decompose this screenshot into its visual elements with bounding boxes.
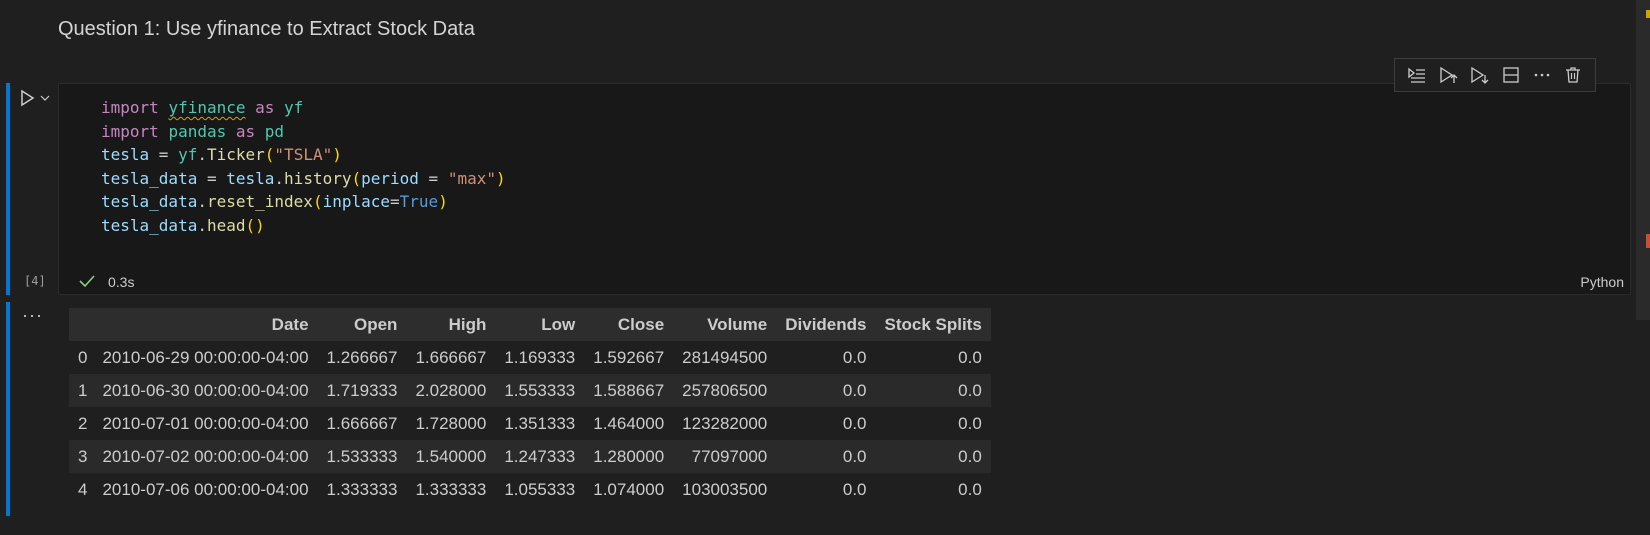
table-cell: 0.0 <box>842 479 867 499</box>
column-header <box>69 308 93 341</box>
execute-cell-and-above-button[interactable] <box>1436 63 1460 87</box>
table-cell: 1.719333 <box>326 380 398 400</box>
column-header: Low <box>541 314 576 334</box>
code-content[interactable]: import yfinance as yf import pandas as pd… <box>101 96 506 237</box>
markdown-heading: Question 1: Use yfinance to Extract Stoc… <box>58 18 475 40</box>
table-cell: 0.0 <box>958 413 982 433</box>
column-header: Open <box>353 314 398 334</box>
run-cell-button[interactable] <box>18 86 54 110</box>
table-cell: 1.333333 <box>415 479 487 499</box>
table-cell: 1.266667 <box>326 347 398 367</box>
table-cell: 2010-06-30 00:00:00-04:00 <box>102 380 309 400</box>
cell-focus-bar <box>6 83 10 295</box>
execution-count: [4] <box>24 274 46 288</box>
table-row: 2 2010-07-01 00:00:00-04:00 1.666667 1.7280… <box>69 407 991 440</box>
table-cell: 0.0 <box>958 380 982 400</box>
code-line: tesla_data = tesla.history(period = "max… <box>101 168 506 188</box>
table-cell: 257806500 <box>682 380 768 400</box>
table-cell: 1.464000 <box>593 413 665 433</box>
table-cell: 1.666667 <box>415 347 487 367</box>
scrollbar-error-marker <box>1646 234 1650 248</box>
table-cell: 1.592667 <box>593 347 665 367</box>
table-cell: 0.0 <box>958 347 982 367</box>
trash-icon <box>1566 67 1581 83</box>
table-cell: 1.247333 <box>504 446 576 466</box>
table-cell: 0.0 <box>842 347 867 367</box>
row-index: 1 <box>78 380 88 400</box>
more-actions-button[interactable] <box>1530 63 1554 87</box>
execution-duration: 0.3s <box>108 274 135 290</box>
column-header: Date <box>271 314 309 334</box>
table-cell: 0.0 <box>958 479 982 499</box>
row-index: 3 <box>78 446 88 466</box>
column-header: Volume <box>707 314 768 334</box>
table-cell: 1.533333 <box>326 446 398 466</box>
table-row: 0 2010-06-29 00:00:00-04:00 1.266667 1.6666… <box>69 341 991 374</box>
dataframe-output: Date Open High Low Close Volume Dividends Stock… <box>69 308 991 506</box>
row-index: 4 <box>78 479 88 499</box>
chevron-down-icon[interactable] <box>40 93 50 103</box>
table-cell: 1.351333 <box>504 413 576 433</box>
run-above-icon <box>1440 66 1458 84</box>
table-cell: 1.333333 <box>326 479 398 499</box>
table-cell: 1.169333 <box>504 347 576 367</box>
table-cell: 1.588667 <box>593 380 665 400</box>
column-header: Dividends <box>785 314 867 334</box>
code-line: import pandas as pd <box>101 121 285 141</box>
column-header: Close <box>617 314 665 334</box>
table-cell: 77097000 <box>691 446 768 466</box>
run-below-icon <box>1471 66 1489 84</box>
delete-cell-button[interactable] <box>1561 63 1585 87</box>
table-cell: 2.028000 <box>415 380 487 400</box>
execute-above-button[interactable] <box>1405 63 1429 87</box>
row-index: 0 <box>78 347 88 367</box>
table-cell: 1.280000 <box>593 446 665 466</box>
code-line: tesla_data.head() <box>101 215 265 235</box>
output-focus-bar <box>6 302 10 516</box>
output-more-button[interactable]: ··· <box>22 305 43 326</box>
check-icon <box>79 275 95 288</box>
cell-toolbar <box>1394 58 1596 92</box>
table-cell: 2010-07-01 00:00:00-04:00 <box>102 413 309 433</box>
code-editor[interactable]: import yfinance as yf import pandas as pd… <box>58 83 1631 295</box>
column-header: Stock Splits <box>884 314 982 334</box>
play-icon <box>21 89 35 107</box>
table-cell: 0.0 <box>958 446 982 466</box>
table-cell: 1.055333 <box>504 479 576 499</box>
table-cell: 281494500 <box>682 347 768 367</box>
column-header: High <box>448 314 487 334</box>
table-cell: 2010-07-02 00:00:00-04:00 <box>102 446 309 466</box>
table-cell: 1.666667 <box>326 413 398 433</box>
table-cell: 2010-06-29 00:00:00-04:00 <box>102 347 309 367</box>
table-cell: 0.0 <box>842 446 867 466</box>
vertical-scrollbar[interactable] <box>1636 0 1650 320</box>
code-line: tesla_data.reset_index(inplace=True) <box>101 192 448 211</box>
table-cell: 1.540000 <box>415 446 487 466</box>
table-body: 0 2010-06-29 00:00:00-04:00 1.266667 1.6666… <box>69 341 991 506</box>
table-cell: 1.553333 <box>504 380 576 400</box>
code-line: tesla = yf.Ticker("TSLA") <box>101 145 342 164</box>
table-header-row: Date Open High Low Close Volume Dividends Stock… <box>69 308 991 341</box>
split-cell-icon <box>1502 67 1519 83</box>
more-icon <box>1534 73 1550 77</box>
table-cell: 2010-07-06 00:00:00-04:00 <box>102 479 309 499</box>
table-cell: 103003500 <box>682 479 768 499</box>
table-row: 4 2010-07-06 00:00:00-04:00 1.333333 1.3333… <box>69 473 991 506</box>
language-selector[interactable]: Python <box>1580 274 1624 290</box>
table-cell: 123282000 <box>682 413 768 433</box>
table-cell: 1.074000 <box>593 479 665 499</box>
execute-cell-and-below-button[interactable] <box>1467 63 1491 87</box>
table-row: 3 2010-07-02 00:00:00-04:00 1.533333 1.5400… <box>69 440 991 473</box>
table-cell: 0.0 <box>842 380 867 400</box>
table-cell: 1.728000 <box>415 413 487 433</box>
row-index: 2 <box>78 413 88 433</box>
scrollbar-warning-marker <box>1646 10 1650 18</box>
table-cell: 0.0 <box>842 413 867 433</box>
split-cell-button[interactable] <box>1499 63 1523 87</box>
code-line: import yfinance as yf <box>101 98 304 117</box>
table-row: 1 2010-06-30 00:00:00-04:00 1.719333 2.0280… <box>69 374 991 407</box>
execute-above-icon <box>1408 67 1425 83</box>
